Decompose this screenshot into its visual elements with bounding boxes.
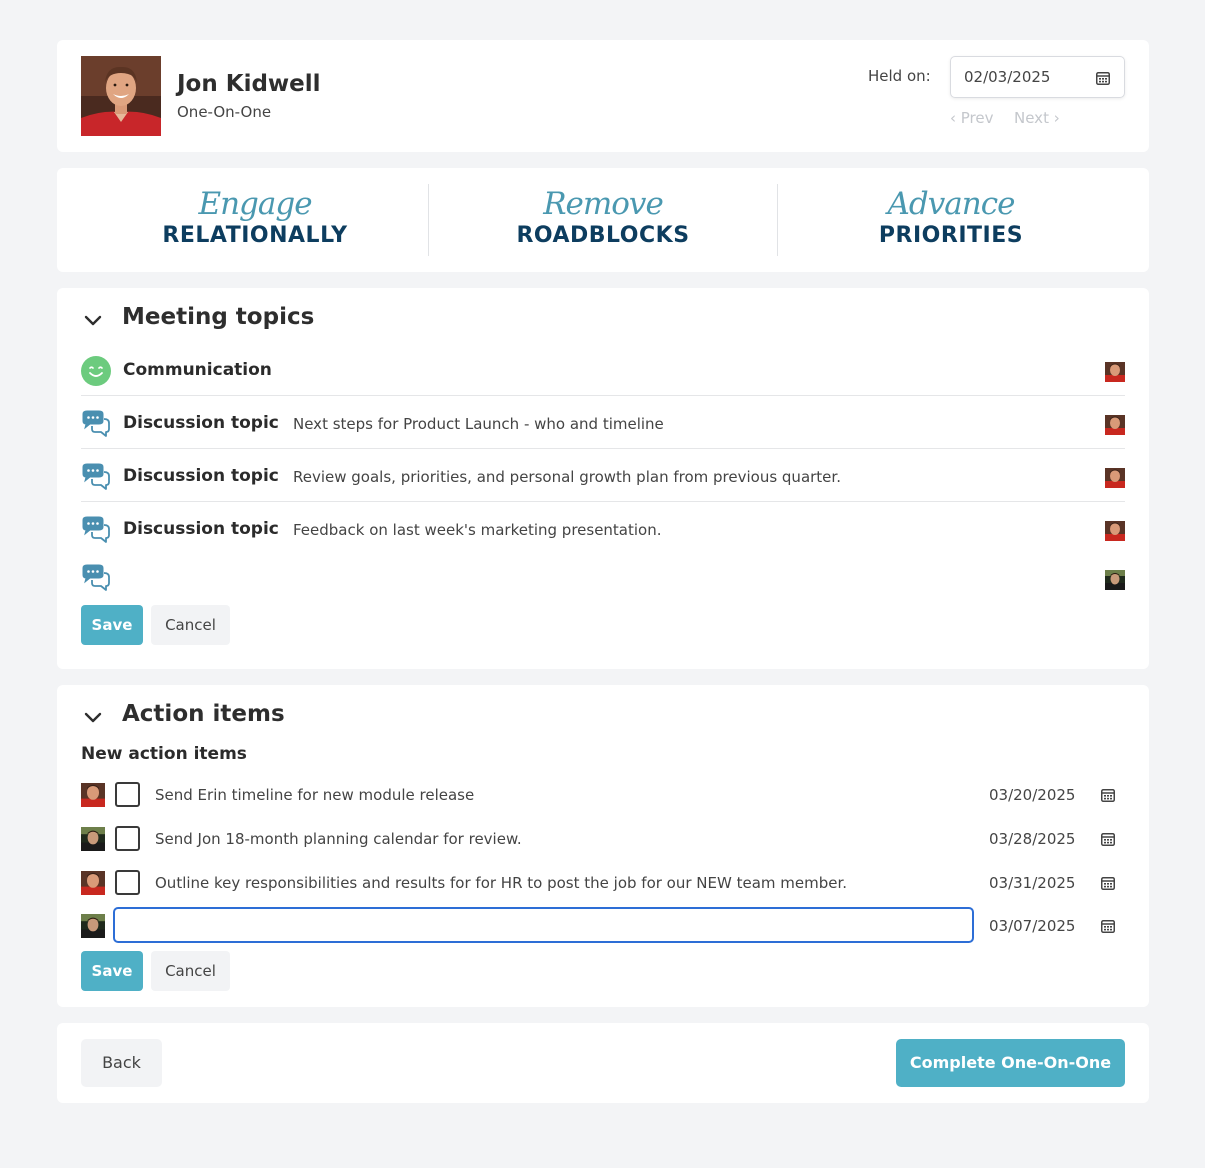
topic-type: Discussion topic — [123, 413, 279, 433]
cancel-button[interactable]: Cancel — [151, 605, 230, 645]
avatar — [81, 56, 161, 136]
complete-one-on-one-button[interactable]: Complete One-On-One — [896, 1039, 1125, 1087]
chat-bubbles-icon — [81, 515, 111, 545]
action-item-date[interactable]: 03/20/2025 — [989, 786, 1075, 804]
avatar — [81, 827, 105, 851]
avatar — [81, 914, 105, 938]
action-item-date[interactable]: 03/31/2025 — [989, 874, 1075, 892]
footer-card: Back Complete One-On-One — [57, 1023, 1149, 1103]
back-button[interactable]: Back — [81, 1039, 162, 1087]
calendar-icon[interactable] — [1101, 787, 1115, 806]
next-button[interactable]: Next › — [1014, 109, 1060, 127]
new-action-item-input[interactable] — [113, 907, 974, 943]
calendar-icon[interactable] — [1096, 70, 1110, 89]
cancel-button[interactable]: Cancel — [151, 951, 230, 991]
avatar — [1105, 521, 1125, 541]
chevron-down-icon[interactable] — [83, 311, 103, 335]
smiley-icon — [81, 356, 111, 386]
action-item-date[interactable]: 03/07/2025 — [989, 917, 1075, 935]
meeting-topics-section: Meeting topics Communication Discussion … — [57, 288, 1149, 669]
held-on-date-picker[interactable]: 02/03/2025 — [950, 56, 1125, 98]
action-item-checkbox[interactable] — [115, 870, 140, 895]
action-item-date[interactable]: 03/28/2025 — [989, 830, 1075, 848]
pillar-word: ROADBLOCKS — [516, 223, 690, 248]
topic-type: Discussion topic — [123, 466, 279, 486]
topic-text: Next steps for Product Launch - who and … — [293, 415, 664, 433]
action-item-text[interactable]: Send Jon 18-month planning calendar for … — [155, 830, 522, 848]
topic-row[interactable]: Discussion topic Feedback on last week's… — [81, 502, 1125, 555]
topic-type: Discussion topic — [123, 519, 279, 539]
avatar — [1105, 362, 1125, 382]
pillar-script: Remove — [543, 186, 664, 222]
pillar-word: PRIORITIES — [878, 223, 1024, 248]
topic-row[interactable]: Communication — [81, 343, 1125, 396]
subsection-title: New action items — [81, 744, 247, 764]
action-item-row: Send Jon 18-month planning calendar for … — [81, 817, 1125, 861]
save-button[interactable]: Save — [81, 605, 143, 645]
action-item-checkbox[interactable] — [115, 826, 140, 851]
pillar-engage: Engage RELATIONALLY — [81, 184, 429, 256]
topic-row[interactable]: Discussion topic Next steps for Product … — [81, 396, 1125, 449]
pillars-banner: Engage RELATIONALLY Remove ROADBLOCKS Ad… — [57, 168, 1149, 272]
calendar-icon[interactable] — [1101, 875, 1115, 894]
action-items-section: Action items New action items Send Erin … — [57, 685, 1149, 1007]
pillar-script: Advance — [887, 186, 1016, 222]
chevron-down-icon[interactable] — [83, 708, 103, 732]
avatar — [81, 871, 105, 895]
prev-button[interactable]: ‹ Prev — [950, 109, 994, 127]
avatar — [1105, 468, 1125, 488]
section-title: Action items — [122, 701, 285, 727]
section-title: Meeting topics — [122, 304, 315, 330]
header-card: Jon Kidwell One-On-One Held on: 02/03/20… — [57, 40, 1149, 152]
new-topic-row[interactable] — [81, 552, 1125, 594]
avatar — [81, 783, 105, 807]
pillar-advance: Advance PRIORITIES — [777, 184, 1125, 256]
action-item-text[interactable]: Outline key responsibilities and results… — [155, 874, 847, 892]
pillar-word: RELATIONALLY — [162, 223, 348, 248]
action-item-row: Send Erin timeline for new module releas… — [81, 773, 1125, 817]
save-button[interactable]: Save — [81, 951, 143, 991]
action-item-checkbox[interactable] — [115, 782, 140, 807]
action-item-row: Outline key responsibilities and results… — [81, 861, 1125, 905]
meeting-type: One-On-One — [177, 103, 272, 121]
chat-bubbles-icon — [81, 462, 111, 492]
action-item-text[interactable]: Send Erin timeline for new module releas… — [155, 786, 474, 804]
pillar-script: Engage — [198, 186, 312, 222]
topic-type: Communication — [123, 360, 272, 380]
calendar-icon[interactable] — [1101, 831, 1115, 850]
topic-text: Review goals, priorities, and personal g… — [293, 468, 841, 486]
held-on-label: Held on: — [868, 67, 931, 85]
topic-row[interactable]: Discussion topic Review goals, prioritie… — [81, 449, 1125, 502]
pillar-remove: Remove ROADBLOCKS — [429, 184, 777, 256]
chat-bubbles-icon — [81, 563, 111, 593]
new-action-item-row: 03/07/2025 — [81, 904, 1125, 948]
held-on-date: 02/03/2025 — [964, 68, 1051, 86]
calendar-icon[interactable] — [1101, 918, 1115, 937]
avatar — [1105, 415, 1125, 435]
topic-text: Feedback on last week's marketing presen… — [293, 521, 662, 539]
chat-bubbles-icon — [81, 409, 111, 439]
avatar — [1105, 570, 1125, 590]
person-name: Jon Kidwell — [177, 71, 321, 97]
